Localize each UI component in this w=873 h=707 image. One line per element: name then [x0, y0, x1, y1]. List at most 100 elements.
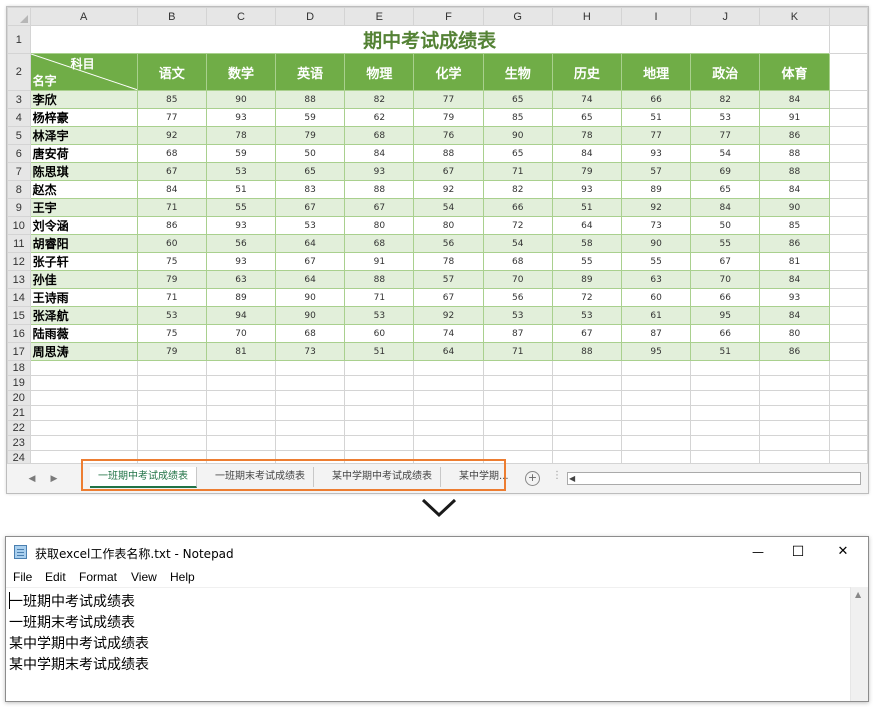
cell[interactable]	[482, 360, 553, 376]
student-name-cell[interactable]: 赵杰	[29, 180, 138, 199]
cell[interactable]	[620, 450, 692, 463]
sheet-tab-2[interactable]: 一班期末考试成绩表	[207, 467, 314, 487]
sheet-tab-1[interactable]: 一班期中考试成绩表	[90, 467, 197, 488]
score-cell[interactable]: 64	[275, 270, 346, 289]
score-cell[interactable]: 65	[482, 90, 553, 109]
cell[interactable]	[828, 252, 868, 271]
cell[interactable]	[828, 450, 868, 463]
score-cell[interactable]: 95	[620, 342, 692, 361]
column-header[interactable]: I	[620, 7, 692, 26]
score-cell[interactable]: 92	[413, 180, 484, 199]
row-header[interactable]: 7	[7, 162, 31, 181]
row-header[interactable]: 19	[7, 375, 31, 391]
score-cell[interactable]: 79	[551, 162, 622, 181]
row-header[interactable]: 23	[7, 435, 31, 451]
score-cell[interactable]: 54	[482, 234, 553, 253]
score-cell[interactable]: 75	[136, 324, 207, 343]
cell[interactable]	[828, 342, 868, 361]
score-cell[interactable]: 53	[690, 108, 761, 127]
row-header[interactable]: 16	[7, 324, 31, 343]
cell[interactable]	[136, 360, 207, 376]
score-cell[interactable]: 69	[690, 162, 761, 181]
score-cell[interactable]: 71	[482, 342, 553, 361]
row-header[interactable]: 10	[7, 216, 31, 235]
score-cell[interactable]: 55	[551, 252, 622, 271]
cell[interactable]	[828, 288, 868, 307]
score-cell[interactable]: 88	[344, 180, 415, 199]
cell[interactable]	[828, 435, 868, 451]
score-cell[interactable]: 50	[275, 144, 346, 163]
score-cell[interactable]: 93	[205, 216, 277, 235]
score-cell[interactable]: 94	[205, 306, 277, 325]
scroll-up-icon[interactable]: ▲	[855, 590, 861, 599]
score-cell[interactable]: 54	[690, 144, 761, 163]
cell[interactable]	[828, 324, 868, 343]
score-cell[interactable]: 85	[759, 216, 830, 235]
cell[interactable]	[759, 375, 830, 391]
menu-help[interactable]: Help	[170, 570, 195, 584]
score-cell[interactable]: 75	[136, 252, 207, 271]
cell[interactable]	[828, 306, 868, 325]
subject-header[interactable]: 历史	[551, 53, 622, 91]
score-cell[interactable]: 79	[413, 108, 484, 127]
student-name-cell[interactable]: 刘令涵	[29, 216, 138, 235]
score-cell[interactable]: 63	[205, 270, 277, 289]
hscroll-left-icon[interactable]: ◀	[569, 473, 575, 484]
score-cell[interactable]: 65	[482, 144, 553, 163]
cell[interactable]	[828, 216, 868, 235]
score-cell[interactable]: 84	[759, 270, 830, 289]
score-cell[interactable]: 50	[690, 216, 761, 235]
score-cell[interactable]: 73	[620, 216, 692, 235]
score-cell[interactable]: 78	[551, 126, 622, 145]
cell[interactable]	[29, 435, 138, 451]
score-cell[interactable]: 66	[690, 288, 761, 307]
cell[interactable]	[690, 450, 761, 463]
cell[interactable]	[690, 375, 761, 391]
student-name-cell[interactable]: 杨梓豪	[29, 108, 138, 127]
score-cell[interactable]: 89	[620, 180, 692, 199]
cell[interactable]	[136, 375, 207, 391]
score-cell[interactable]: 66	[620, 90, 692, 109]
row-header[interactable]: 8	[7, 180, 31, 199]
cell[interactable]	[482, 405, 553, 421]
score-cell[interactable]: 71	[482, 162, 553, 181]
cell[interactable]	[828, 25, 868, 54]
score-cell[interactable]: 93	[344, 162, 415, 181]
score-cell[interactable]: 67	[275, 198, 346, 217]
score-cell[interactable]: 90	[205, 90, 277, 109]
cell[interactable]	[29, 360, 138, 376]
score-cell[interactable]: 54	[413, 198, 484, 217]
score-cell[interactable]: 90	[275, 306, 346, 325]
row-header[interactable]: 21	[7, 405, 31, 421]
horizontal-scrollbar[interactable]: ◀	[567, 472, 861, 485]
minimize-button[interactable]: —	[738, 541, 778, 563]
cell[interactable]	[690, 435, 761, 451]
cell[interactable]	[136, 435, 207, 451]
subject-header[interactable]: 语文	[136, 53, 207, 91]
score-cell[interactable]: 84	[344, 144, 415, 163]
cell[interactable]	[275, 390, 346, 406]
cell[interactable]	[759, 450, 830, 463]
score-cell[interactable]: 59	[205, 144, 277, 163]
cell[interactable]	[482, 435, 553, 451]
student-name-cell[interactable]: 胡睿阳	[29, 234, 138, 253]
cell[interactable]	[344, 420, 415, 436]
score-cell[interactable]: 70	[482, 270, 553, 289]
student-name-cell[interactable]: 李欣	[29, 90, 138, 109]
score-cell[interactable]: 71	[136, 198, 207, 217]
score-cell[interactable]: 58	[551, 234, 622, 253]
score-cell[interactable]: 79	[275, 126, 346, 145]
cell[interactable]	[551, 450, 622, 463]
row-header[interactable]: 5	[7, 126, 31, 145]
score-cell[interactable]: 59	[275, 108, 346, 127]
score-cell[interactable]: 82	[344, 90, 415, 109]
cell[interactable]	[205, 405, 277, 421]
score-cell[interactable]: 53	[205, 162, 277, 181]
cell[interactable]	[551, 375, 622, 391]
score-cell[interactable]: 77	[136, 108, 207, 127]
score-cell[interactable]: 68	[136, 144, 207, 163]
cell[interactable]	[828, 53, 868, 91]
student-name-cell[interactable]: 陆雨薇	[29, 324, 138, 343]
score-cell[interactable]: 51	[205, 180, 277, 199]
cell[interactable]	[275, 435, 346, 451]
